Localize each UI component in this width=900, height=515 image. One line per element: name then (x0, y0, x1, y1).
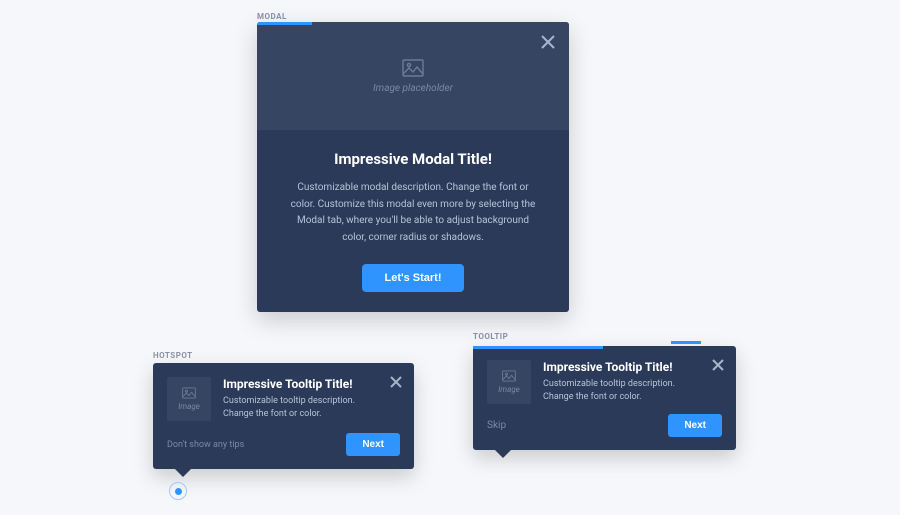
image-icon (402, 59, 424, 77)
tooltip-card: Image Impressive Tooltip Title! Customiz… (473, 346, 736, 450)
tooltip-progress-bar (473, 346, 603, 349)
hotspot-arrow-icon (175, 469, 191, 477)
close-icon (390, 376, 402, 388)
beacon-ring-icon (169, 482, 187, 500)
modal-title: Impressive Modal Title! (287, 150, 539, 168)
close-icon (712, 359, 724, 371)
hotspot-dont-show-link[interactable]: Don't show any tips (167, 440, 244, 450)
modal-placeholder-text: Image placeholder (373, 83, 453, 94)
tooltip-accent-segment (671, 341, 701, 344)
tooltip-skip-link[interactable]: Skip (487, 420, 506, 431)
hotspot-placeholder-text: Image (178, 402, 200, 411)
modal-body: Impressive Modal Title! Customizable mod… (257, 130, 569, 312)
tooltip-arrow-icon (495, 450, 511, 458)
tooltip-title: Impressive Tooltip Title! (543, 360, 704, 374)
section-label-modal: MODAL (257, 12, 287, 21)
hotspot-description: Customizable tooltip description. Change… (223, 395, 382, 421)
close-icon (541, 35, 555, 49)
modal-image-placeholder: Image placeholder (257, 22, 569, 130)
tooltip-image-placeholder: Image (487, 360, 531, 404)
image-icon (502, 370, 516, 382)
hotspot-image-placeholder: Image (167, 377, 211, 421)
tooltip-description: Customizable tooltip description. Change… (543, 378, 704, 404)
tooltip-next-button[interactable]: Next (668, 414, 722, 437)
hotspot-close-button[interactable] (390, 373, 402, 385)
hotspot-next-button[interactable]: Next (346, 433, 400, 456)
hotspot-title: Impressive Tooltip Title! (223, 377, 382, 391)
modal-progress-bar (257, 22, 312, 25)
section-label-tooltip: TOOLTIP (473, 332, 508, 341)
modal-close-button[interactable] (541, 34, 555, 48)
hotspot-beacon[interactable] (168, 481, 188, 501)
tooltip-close-button[interactable] (712, 356, 724, 368)
tooltip-placeholder-text: Image (498, 385, 520, 394)
modal-card: Image placeholder Impressive Modal Title… (257, 22, 569, 312)
section-label-hotspot: HOTSPOT (153, 351, 193, 360)
image-icon (182, 387, 196, 399)
modal-description: Customizable modal description. Change t… (287, 180, 539, 246)
modal-cta-button[interactable]: Let's Start! (362, 264, 463, 292)
hotspot-card: Image Impressive Tooltip Title! Customiz… (153, 363, 414, 469)
